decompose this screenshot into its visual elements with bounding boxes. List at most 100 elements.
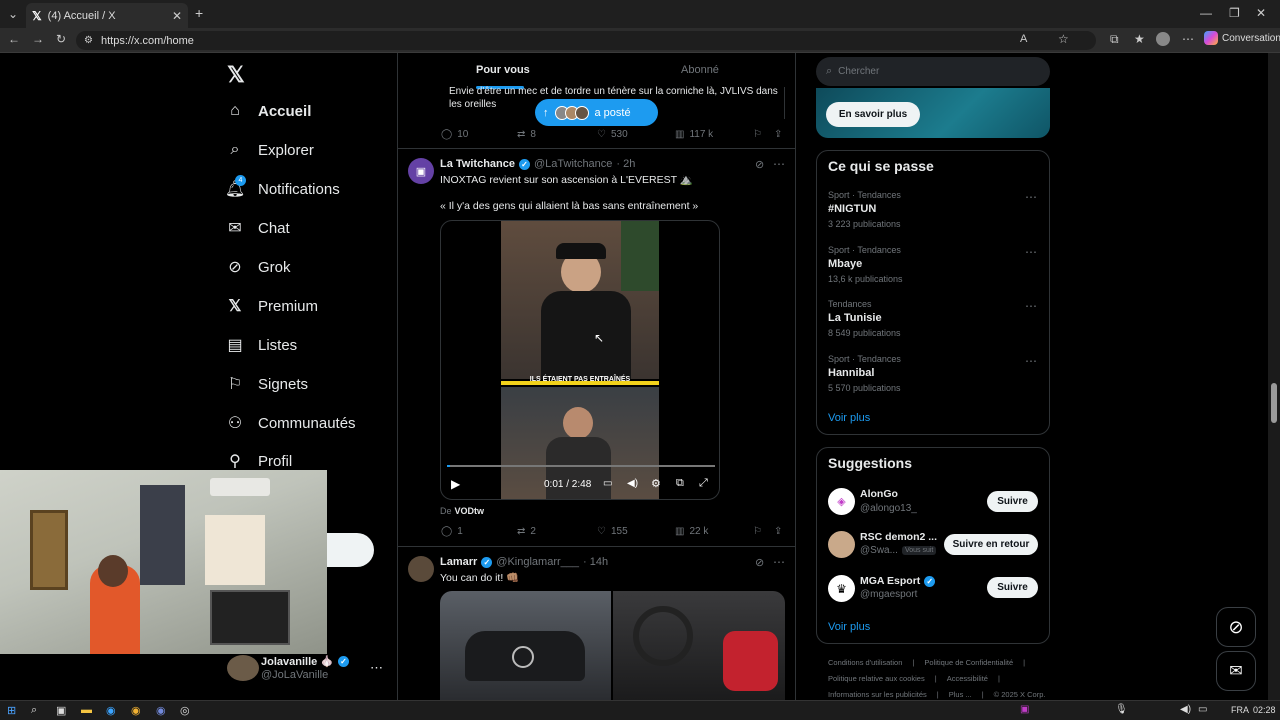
grok-floating-button[interactable]: ⊘ [1216,607,1256,647]
browser-tab[interactable]: 𝕏 (4) Accueil / X ✕ [26,3,188,28]
footer-privacy-link[interactable]: Politique de Confidentialité [924,658,1013,667]
obs-icon[interactable]: ◎ [180,704,190,717]
more-menu-icon[interactable]: ⋯ [1182,33,1194,45]
taskbar-search-icon[interactable]: ⌕ [31,704,37,717]
x-logo-icon[interactable]: 𝕏 [227,62,245,88]
tray-volume-icon[interactable]: ◀) [1180,704,1191,715]
post-author-name[interactable]: La Twitchance [440,158,515,170]
taskbar-clock[interactable]: 02:28 [1253,705,1276,715]
task-view-icon[interactable]: ▣ [56,704,66,717]
new-tab-icon[interactable]: + [195,6,203,20]
learn-more-button[interactable]: En savoir plus [826,102,920,127]
captions-icon[interactable]: ▭ [603,478,612,489]
post-image-car-interior[interactable] [613,591,785,700]
trend-more-icon[interactable]: ⋯ [1025,190,1038,204]
trend-item[interactable]: Tendances La Tunisie 8 549 publications … [828,299,1038,338]
chrome-icon[interactable]: ◉ [131,704,141,717]
restore-icon[interactable]: ❐ [1229,7,1240,19]
close-window-icon[interactable]: ✕ [1256,7,1266,19]
views-action[interactable]: ▥ 22 k [675,526,708,537]
settings-gear-icon[interactable]: ⚙ [651,477,661,490]
close-tab-icon[interactable]: ✕ [172,10,182,22]
trend-item[interactable]: Sport · Tendances Mbaye 13,6 k publicati… [828,245,1038,284]
post-avatar[interactable] [408,556,434,582]
account-more-icon[interactable]: ⋯ [370,660,383,676]
reply-action[interactable]: ◯ 1 [441,526,463,537]
like-action[interactable]: ♡ 155 [597,526,628,537]
play-icon[interactable]: ▶ [451,477,460,491]
site-info-icon[interactable]: ⚙ [84,35,93,46]
profile-avatar-icon[interactable] [1156,32,1170,46]
post-avatar-twitch-icon[interactable]: ▣ [408,158,434,184]
suggestion-name[interactable]: AlonGo [860,488,898,500]
file-explorer-icon[interactable]: ▬ [81,704,92,716]
discord-icon[interactable]: ◉ [156,704,166,717]
favorite-star-icon[interactable]: ☆ [1058,33,1069,45]
trend-more-icon[interactable]: ⋯ [1025,354,1038,368]
follow-back-button[interactable]: Suivre en retour [944,534,1038,555]
post-time[interactable]: · 14h [583,556,608,568]
nav-premium[interactable]: 𝕏 Premium [226,294,318,318]
nav-chat[interactable]: ✉ Chat [226,216,289,240]
grok-explain-icon[interactable]: ⊘ [755,556,764,569]
reload-icon[interactable]: ↻ [56,33,66,45]
messages-floating-button[interactable]: ✉ [1216,651,1256,691]
post-author-handle[interactable]: @Kinglamarr___ [496,556,579,568]
alongo-avatar-icon[interactable]: ◈ [828,488,855,515]
tab-list-icon[interactable]: ⌄ [8,8,18,20]
like-action[interactable]: ♡ 530 [597,129,628,140]
nav-grok[interactable]: ⊘ Grok [226,255,290,279]
footer-accessibility-link[interactable]: Accessibilité [947,674,988,683]
footer-more-link[interactable]: Plus ... [949,690,972,699]
fullscreen-icon[interactable]: ⤢ [699,477,708,490]
account-avatar[interactable] [227,655,259,681]
nav-lists[interactable]: ▤ Listes [226,333,297,357]
footer-cookies-link[interactable]: Politique relative aux cookies [828,674,925,683]
suggestions-show-more-link[interactable]: Voir plus [828,621,870,633]
picture-in-picture-icon[interactable]: ⧉ [676,477,684,490]
post-author-handle[interactable]: @LaTwitchance [534,158,612,170]
new-posts-pill[interactable]: ↑ a posté [535,99,658,126]
trend-more-icon[interactable]: ⋯ [1025,245,1038,259]
read-aloud-icon[interactable]: A [1020,34,1027,45]
video-progress-track[interactable] [447,465,715,467]
tray-battery-icon[interactable]: ▭ [1198,704,1207,715]
favorites-icon[interactable]: ★ [1134,33,1145,45]
grok-explain-icon[interactable]: ⊘ [755,158,764,171]
taskbar-language[interactable]: FRA [1231,705,1249,715]
copilot-button[interactable]: Conversation [1204,31,1280,45]
post-more-icon[interactable]: ⋯ [773,555,785,569]
bookmark-action[interactable]: ⚐ [753,129,762,140]
page-scrollbar[interactable] [1268,53,1280,700]
follow-button[interactable]: Suivre [987,491,1038,512]
nav-bookmarks[interactable]: ⚐ Signets [226,372,308,396]
trend-item[interactable]: Sport · Tendances #NIGTUN 3 223 publicat… [828,190,1038,229]
video-source-link[interactable]: VODtw [455,506,485,516]
post-author-name[interactable]: Lamarr [440,556,477,568]
share-action[interactable]: ⇪ [774,526,782,537]
forward-icon[interactable]: → [32,33,44,45]
nav-explore[interactable]: ⌕ Explorer [226,138,314,162]
nav-notifications[interactable]: 🔔︎ 4 Notifications [225,175,340,201]
extensions-icon[interactable]: ⧉ [1110,33,1119,45]
trend-item[interactable]: Sport · Tendances Hannibal 5 570 publica… [828,354,1038,393]
post-more-icon[interactable]: ⋯ [773,157,785,171]
trends-show-more-link[interactable]: Voir plus [828,412,870,424]
post-time[interactable]: · 2h [616,158,635,170]
video-player[interactable]: ILS ÉTAIENT PAS ENTRAÎNÉS ▶ 0:01 / 2:48 … [440,220,720,500]
suggestion-avatar[interactable] [828,531,855,558]
windows-start-icon[interactable]: ⊞ [7,704,16,717]
edge-browser-icon[interactable]: ◉ [106,704,116,717]
search-box[interactable]: ⌕ Chercher [816,57,1050,86]
repost-action[interactable]: ⇄ 2 [517,526,536,537]
tray-app-icon[interactable]: ▣ [1020,704,1029,715]
account-name[interactable]: Jolavanille 🧄 ✓ [261,655,350,668]
repost-action[interactable]: ⇄ 8 [517,129,536,140]
post-image-car-front[interactable] [440,591,611,700]
nav-communities[interactable]: ⚇ Communautés [226,411,356,435]
trend-more-icon[interactable]: ⋯ [1025,299,1038,313]
minimize-icon[interactable]: — [1200,7,1212,19]
tray-mic-icon[interactable]: 🎙︎ [1115,704,1128,715]
reply-action[interactable]: ◯ 10 [441,129,468,140]
tab-following[interactable]: Abonné [681,64,719,76]
